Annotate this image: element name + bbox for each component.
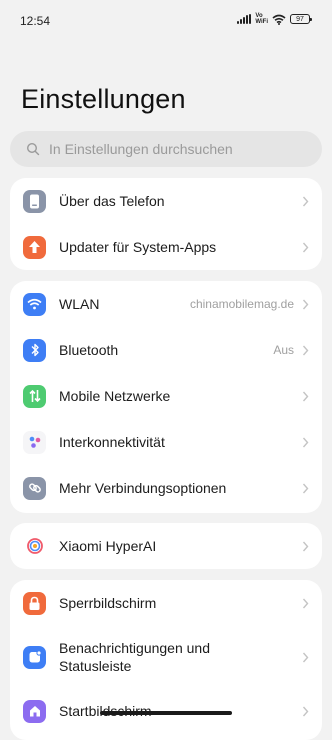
page-title: Einstellungen — [21, 84, 186, 114]
signal-strength-icon — [237, 14, 252, 24]
home-icon — [23, 699, 46, 723]
settings-group-connectivity: WLAN chinamobilemag.de Bluetooth Aus Mob… — [10, 281, 322, 513]
interconnectivity-icon — [23, 430, 46, 454]
status-time: 12:54 — [20, 14, 51, 28]
settings-item-notifications-status-bar[interactable]: Benachrichtigungen und Statusleiste — [10, 626, 322, 688]
chevron-right-icon — [302, 345, 309, 355]
update-arrow-icon — [23, 235, 46, 259]
settings-item-label: Updater für System-Apps — [59, 239, 217, 255]
status-icons: Vo WiFi 97 — [237, 13, 312, 25]
settings-item-label: Mehr Verbindungsoptionen — [59, 480, 227, 496]
settings-item-label: WLAN — [59, 296, 100, 312]
notification-icon — [23, 645, 46, 669]
bluetooth-icon — [23, 338, 46, 362]
search-icon — [26, 142, 40, 156]
settings-group-display: Sperrbildschirm Benachrichtigungen und S… — [10, 580, 322, 740]
settings-item-mobile-networks[interactable]: Mobile Netzwerke — [10, 373, 322, 419]
link-icon — [23, 476, 46, 500]
settings-item-about-phone[interactable]: Über das Telefon — [10, 178, 322, 224]
battery-icon: 97 — [290, 14, 312, 24]
chevron-right-icon — [302, 391, 309, 401]
settings-item-system-apps-updater[interactable]: Updater für System-Apps — [10, 224, 322, 270]
settings-item-label: Benachrichtigungen und Statusleiste — [59, 640, 211, 674]
chevron-right-icon — [302, 598, 309, 608]
settings-item-label: Xiaomi HyperAI — [59, 538, 157, 554]
phone-icon — [23, 189, 46, 213]
settings-item-label: Sperrbildschirm — [59, 595, 157, 611]
settings-item-label: Mobile Netzwerke — [59, 388, 171, 404]
settings-group-ai: Xiaomi HyperAI — [10, 523, 322, 569]
settings-item-label: Über das Telefon — [59, 193, 165, 209]
chevron-right-icon — [302, 706, 309, 716]
mobile-network-icon — [23, 384, 46, 408]
wlan-network-name: chinamobilemag.de — [189, 297, 294, 311]
search-bar[interactable] — [10, 131, 322, 167]
lock-icon — [23, 591, 46, 615]
settings-item-interconnectivity[interactable]: Interkonnektivität — [10, 419, 322, 465]
settings-item-label: Interkonnektivität — [59, 434, 165, 450]
chevron-right-icon — [302, 196, 309, 206]
home-indicator-bar[interactable] — [100, 711, 232, 715]
chevron-right-icon — [302, 242, 309, 252]
settings-item-wlan[interactable]: WLAN chinamobilemag.de — [10, 281, 322, 327]
settings-item-lock-screen[interactable]: Sperrbildschirm — [10, 580, 322, 626]
settings-group-device: Über das Telefon Updater für System-Apps — [10, 178, 322, 270]
vowifi-indicator: Vo WiFi — [255, 13, 268, 25]
settings-item-more-connection-options[interactable]: Mehr Verbindungsoptionen — [10, 465, 322, 511]
chevron-right-icon — [302, 437, 309, 447]
wifi-icon — [23, 292, 46, 316]
chevron-right-icon — [302, 541, 309, 551]
status-bar: 12:54 Vo WiFi 97 — [0, 0, 332, 44]
bluetooth-status: Aus — [273, 343, 294, 357]
chevron-right-icon — [302, 652, 309, 662]
chevron-right-icon — [302, 299, 309, 309]
search-input[interactable] — [47, 140, 301, 158]
wifi-status-icon — [272, 14, 286, 25]
settings-item-label: Bluetooth — [59, 342, 119, 358]
settings-item-xiaomi-hyperai[interactable]: Xiaomi HyperAI — [10, 523, 322, 569]
hyperai-icon — [23, 534, 46, 558]
chevron-right-icon — [302, 483, 309, 493]
settings-item-bluetooth[interactable]: Bluetooth Aus — [10, 327, 322, 373]
